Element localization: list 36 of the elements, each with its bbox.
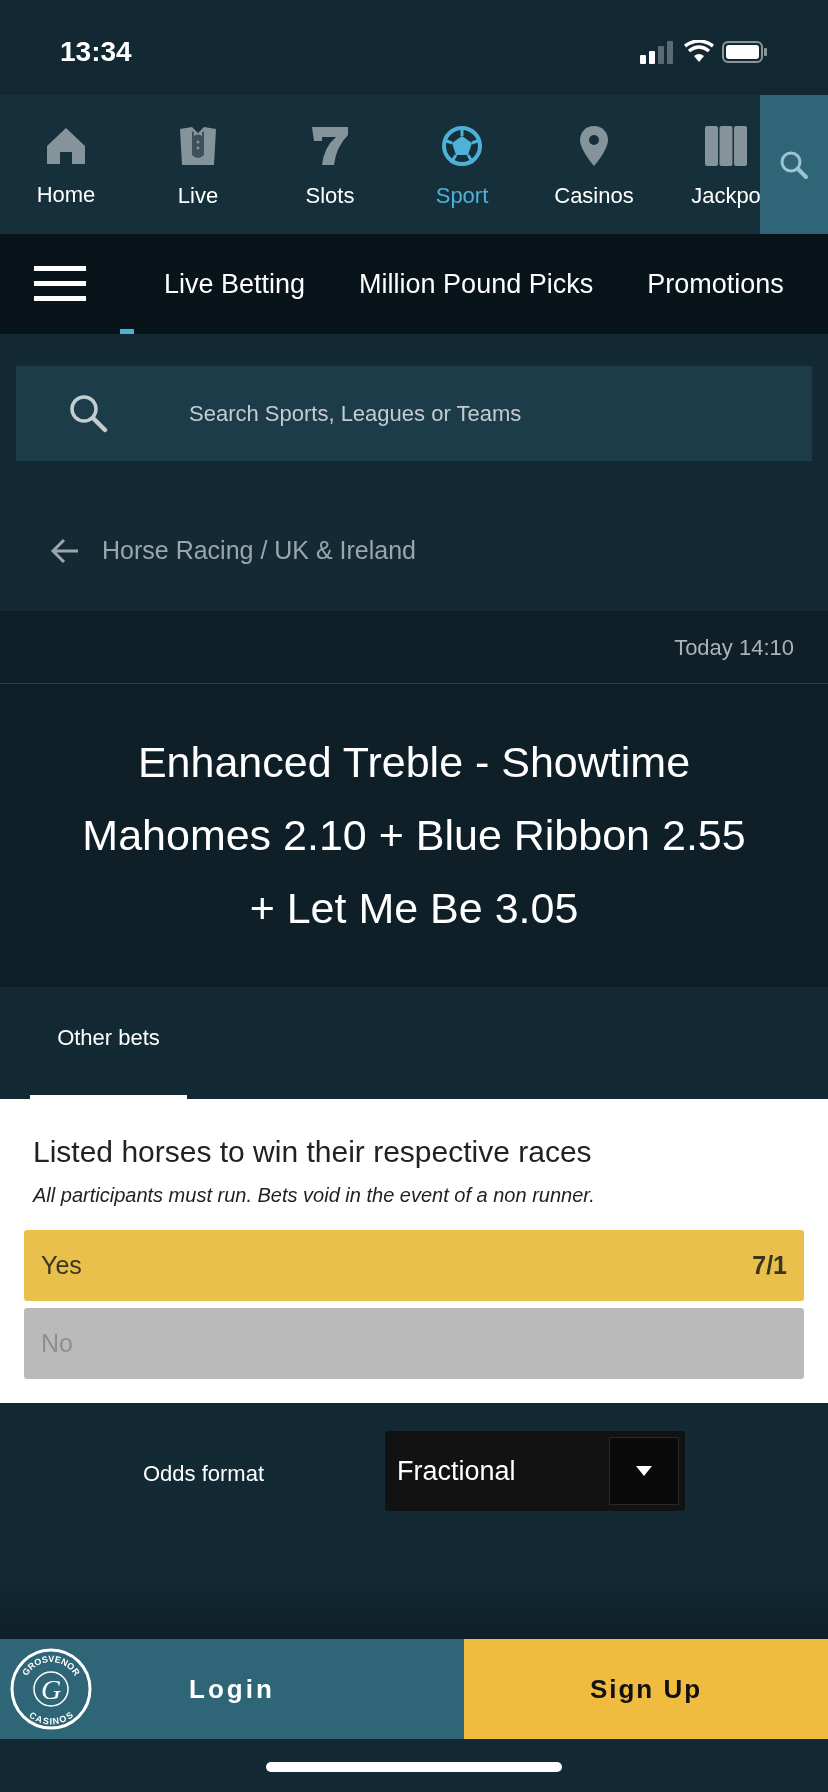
sub-nav-link[interactable]: Live Betting <box>120 234 306 334</box>
market-title: Listed horses to win their respective races <box>32 1134 593 1170</box>
nav-tab[interactable]: Casinos <box>528 95 660 234</box>
search-field[interactable]: Search Sports, Leagues or Teams <box>16 366 812 461</box>
bet-option[interactable]: Yes 7/1 <box>24 1230 804 1301</box>
sub-nav-link[interactable]: Million Pound Picks <box>315 234 594 334</box>
nav-tab[interactable]: Sport <box>396 95 528 234</box>
tuxedo-icon <box>178 125 218 167</box>
signal-icon <box>640 39 676 64</box>
sign-up-button[interactable]: Sign Up <box>464 1639 828 1739</box>
login-button[interactable]: Login <box>100 1639 464 1739</box>
market-note: All participants must run. Bets void in the event of a non runner. <box>31 1183 596 1208</box>
nav-tab[interactable]: Live <box>132 95 264 234</box>
event-title: Enhanced Treble - Showtime Mahomes 2.10 + Blue Ribbon 2.55 + Let Me Be 3.05 <box>81 737 747 934</box>
nav-tab[interactable]: Slots <box>264 95 396 234</box>
odds-format-label: Odds format <box>143 1460 266 1488</box>
search-button[interactable] <box>760 95 828 234</box>
clock-time: 13:34 <box>60 34 132 69</box>
caret-icon <box>636 1466 652 1476</box>
search-icon <box>779 149 809 180</box>
odds-format-dropdown[interactable]: Fractional <box>385 1431 685 1511</box>
search-icon <box>68 393 108 433</box>
event-time: Today 14:10 <box>674 633 794 662</box>
football-icon <box>441 125 483 167</box>
sub-nav-link[interactable]: Promotions <box>603 234 784 334</box>
battery-icon <box>722 39 768 64</box>
seven-icon <box>310 125 350 167</box>
location-pin-icon <box>578 125 610 167</box>
slot-reels-icon <box>704 125 748 167</box>
house-icon <box>45 126 87 166</box>
nav-tab[interactable]: Home <box>0 95 132 234</box>
menu-icon <box>34 266 86 302</box>
breadcrumb-link[interactable]: Horse Racing / UK & Ireland <box>102 532 417 570</box>
nav-tab[interactable]: Jackpo <box>660 95 760 234</box>
wifi-icon <box>684 39 714 64</box>
back-arrow-icon <box>50 538 80 564</box>
